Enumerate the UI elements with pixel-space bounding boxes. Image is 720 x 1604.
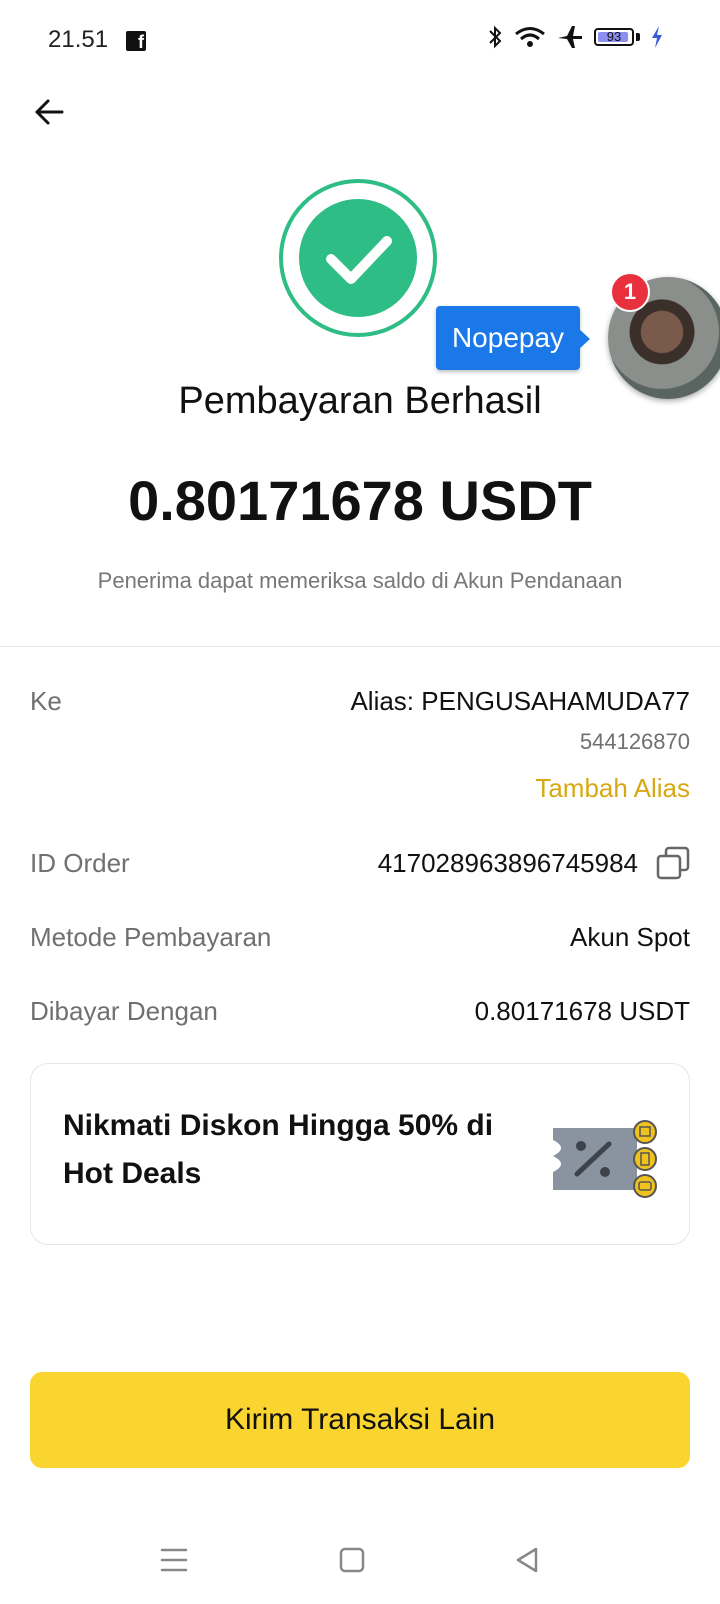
- payment-method-value: Akun Spot: [570, 922, 690, 952]
- paid-with-value: 0.80171678 USDT: [474, 996, 690, 1026]
- divider: [0, 646, 720, 647]
- chat-bubble-pointer: [578, 328, 590, 350]
- promo-card[interactable]: Nikmati Diskon Hingga 50% di Hot Deals: [30, 1063, 690, 1245]
- success-disc: [299, 199, 417, 317]
- recipient-label: Ke: [30, 686, 62, 716]
- paid-with-label: Dibayar Dengan: [30, 996, 218, 1026]
- recipient-id: 544126870: [579, 729, 690, 754]
- battery-level: 93: [606, 29, 622, 44]
- add-alias-link[interactable]: Tambah Alias: [535, 773, 690, 804]
- bluetooth-icon: [489, 25, 502, 49]
- home-nav-icon[interactable]: [332, 1540, 372, 1580]
- status-icons: 93: [486, 24, 664, 50]
- copy-icon[interactable]: [656, 846, 690, 880]
- charging-icon: [652, 26, 662, 48]
- wifi-icon: [515, 27, 545, 47]
- back-arrow-icon[interactable]: [28, 90, 72, 134]
- battery-icon: 93: [594, 28, 634, 46]
- order-id-label: ID Order: [30, 848, 130, 878]
- status-time: 21.51: [48, 26, 109, 53]
- result-amount: 0.80171678 USDT: [128, 469, 592, 532]
- success-icon: [279, 179, 437, 337]
- result-note: Penerima dapat memeriksa saldo di Akun P…: [97, 568, 623, 593]
- airplane-icon: [558, 26, 582, 48]
- send-another-transaction-button[interactable]: Kirim Transaksi Lain: [30, 1372, 690, 1468]
- notification-badge: 1: [610, 272, 650, 312]
- check-icon: [326, 236, 392, 284]
- recipient-alias: Alias: PENGUSAHAMUDA77: [350, 686, 690, 716]
- facebook-icon: f: [126, 31, 146, 52]
- order-id-value: 417028963896745984: [377, 848, 638, 878]
- battery-tip: [636, 33, 640, 41]
- menu-nav-icon[interactable]: [154, 1540, 194, 1580]
- promo-text: Nikmati Diskon Hingga 50% di Hot Deals: [63, 1109, 494, 1190]
- back-nav-icon[interactable]: [508, 1540, 548, 1580]
- voucher-icon: [553, 1120, 657, 1198]
- payment-method-label: Metode Pembayaran: [30, 922, 272, 952]
- result-title: Pembayaran Berhasil: [178, 380, 542, 422]
- chat-bubble-label[interactable]: Nopepay: [436, 306, 580, 370]
